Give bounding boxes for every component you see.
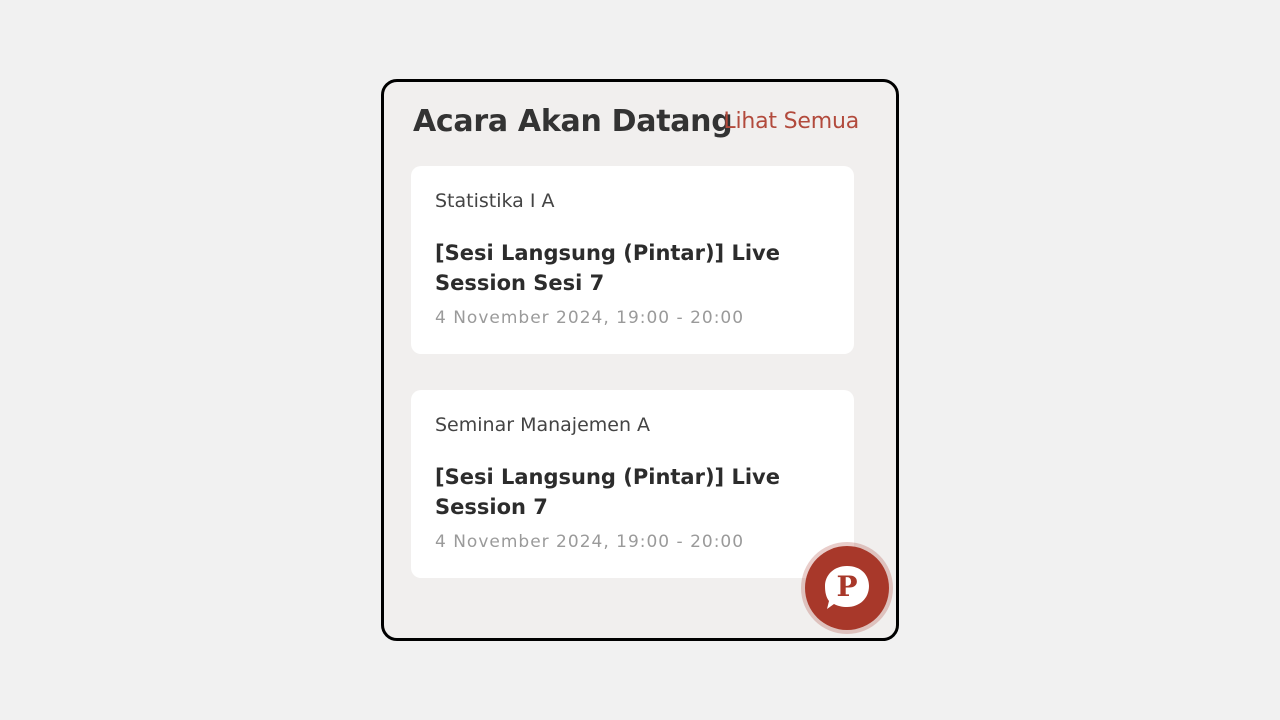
upcoming-events-panel: Acara Akan Datang Lihat Semua Statistika… [381, 79, 899, 641]
event-time: 4 November 2024, 19:00 - 20:00 [435, 532, 745, 552]
event-card[interactable]: Statistika I A [Sesi Langsung (Pintar)] … [411, 166, 854, 354]
event-card[interactable]: Seminar Manajemen A [Sesi Langsung (Pint… [411, 390, 854, 578]
panel-title: Acara Akan Datang [413, 104, 733, 139]
chat-fab-button[interactable]: P [805, 546, 889, 630]
see-all-link[interactable]: Lihat Semua [723, 109, 859, 134]
event-title: [Sesi Langsung (Pintar)] Live Session Se… [435, 241, 780, 295]
event-course: Statistika I A [435, 190, 555, 212]
chat-bubble-p-icon: P [825, 566, 869, 609]
fab-letter: P [836, 570, 857, 603]
event-time: 4 November 2024, 19:00 - 20:00 [435, 308, 745, 328]
event-course: Seminar Manajemen A [435, 414, 651, 436]
event-title: [Sesi Langsung (Pintar)] Live Session 7 [435, 465, 780, 519]
panel-header: Acara Akan Datang Lihat Semua [413, 104, 859, 144]
